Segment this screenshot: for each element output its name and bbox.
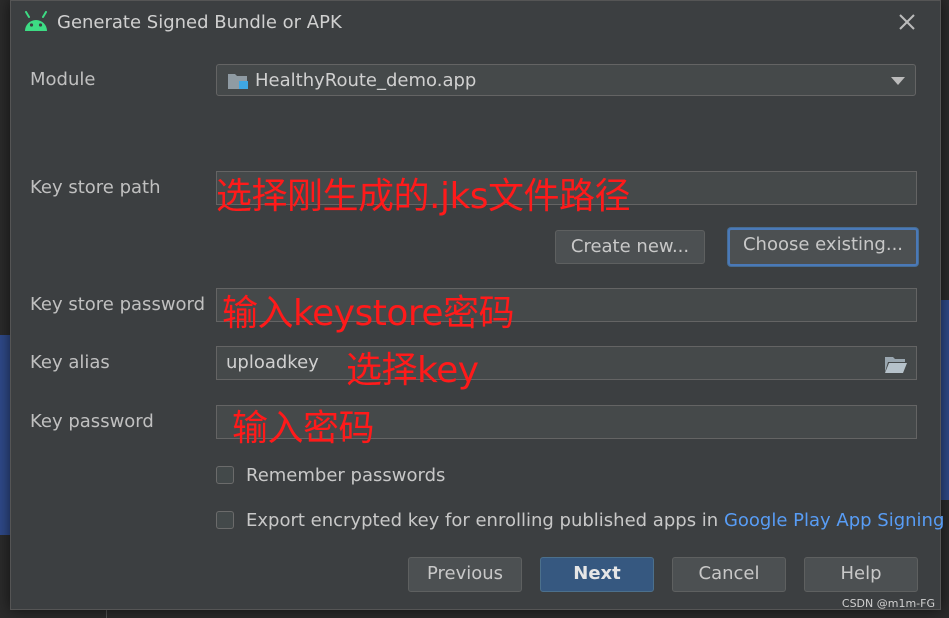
keystore-path-annotation: 选择刚生成的.jks文件路径 [216,176,631,217]
remember-passwords-label[interactable]: Remember passwords [246,465,445,486]
previous-button[interactable]: Previous [408,557,522,592]
close-icon[interactable] [894,9,920,35]
create-new-button[interactable]: Create new... [555,230,705,264]
key-password-label: Key password [30,411,154,432]
export-encrypted-key-checkbox[interactable] [216,511,234,529]
remember-passwords-checkbox[interactable] [216,466,234,484]
key-password-annotation: 输入密码 [232,408,375,449]
choose-existing-button[interactable]: Choose existing... [728,228,918,266]
module-label: Module [30,69,96,90]
dialog-title: Generate Signed Bundle or APK [57,12,342,33]
key-alias-input[interactable]: uploadkey [216,346,917,380]
google-play-app-signing-link[interactable]: Google Play App Signing [724,510,944,531]
generate-signed-bundle-dialog: Generate Signed Bundle or APK Module Hea… [10,0,944,610]
chevron-down-icon[interactable] [891,77,905,85]
help-button[interactable]: Help [804,557,918,592]
key-alias-label: Key alias [30,352,110,373]
keystore-password-annotation: 输入keystore密码 [222,293,515,334]
module-folder-icon [228,74,248,89]
dialog-titlebar: Generate Signed Bundle or APK [11,1,940,45]
module-dropdown[interactable]: HealthyRoute_demo.app [216,64,916,96]
keystore-path-label: Key store path [30,177,161,198]
cancel-button[interactable]: Cancel [672,557,786,592]
keystore-password-label: Key store password [30,294,206,315]
export-encrypted-key-label[interactable]: Export encrypted key for enrolling publi… [246,510,718,531]
module-value: HealthyRoute_demo.app [255,70,477,91]
next-button[interactable]: Next [540,557,654,592]
watermark: CSDN @m1m-FG [841,597,935,610]
android-icon [25,11,47,31]
key-alias-annotation: 选择key [346,350,479,391]
key-alias-value: uploadkey [226,352,319,373]
folder-open-icon[interactable] [884,354,908,374]
export-encrypted-key-row: Export encrypted key for enrolling publi… [246,510,944,531]
